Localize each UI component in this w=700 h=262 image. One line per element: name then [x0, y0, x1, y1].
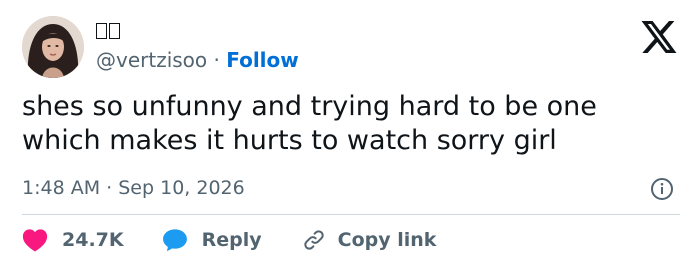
x-logo-icon[interactable]	[641, 21, 677, 53]
author-display-name[interactable]	[96, 18, 122, 44]
likes-count: 24.7K	[62, 229, 124, 251]
missing-glyph-icon	[109, 23, 120, 39]
reply-button[interactable]: Reply	[162, 228, 262, 252]
author-handle[interactable]: @vertzisoo	[96, 48, 207, 72]
divider	[22, 214, 680, 215]
reply-bubble-icon	[162, 228, 188, 252]
timestamp-separator: ·	[106, 177, 113, 199]
missing-glyph-icon	[96, 23, 107, 39]
like-button[interactable]: 24.7K	[22, 228, 124, 252]
reply-label: Reply	[201, 229, 262, 251]
tweet-text: shes so unfunny and trying hard to be on…	[22, 91, 597, 156]
tweet-timestamp[interactable]: 1:48 AM · Sep 10, 2026	[22, 176, 245, 200]
link-icon	[302, 228, 326, 252]
follow-button[interactable]: Follow	[226, 48, 299, 72]
avatar[interactable]	[22, 16, 84, 78]
copy-link-button[interactable]: Copy link	[302, 228, 437, 252]
tweet-date: Sep 10, 2026	[118, 177, 245, 199]
copy-link-label: Copy link	[337, 229, 437, 251]
action-bar: 24.7K Reply Copy link	[22, 226, 436, 254]
tweet-time: 1:48 AM	[22, 177, 101, 199]
profile-photo-icon	[22, 16, 84, 78]
heart-icon	[22, 228, 48, 252]
handle-separator: ·	[213, 48, 220, 72]
author-handle-row: @vertzisoo · Follow	[96, 47, 299, 73]
tweet-card: @vertzisoo · Follow shes so unfunny and …	[0, 0, 700, 262]
info-icon[interactable]	[650, 177, 674, 201]
